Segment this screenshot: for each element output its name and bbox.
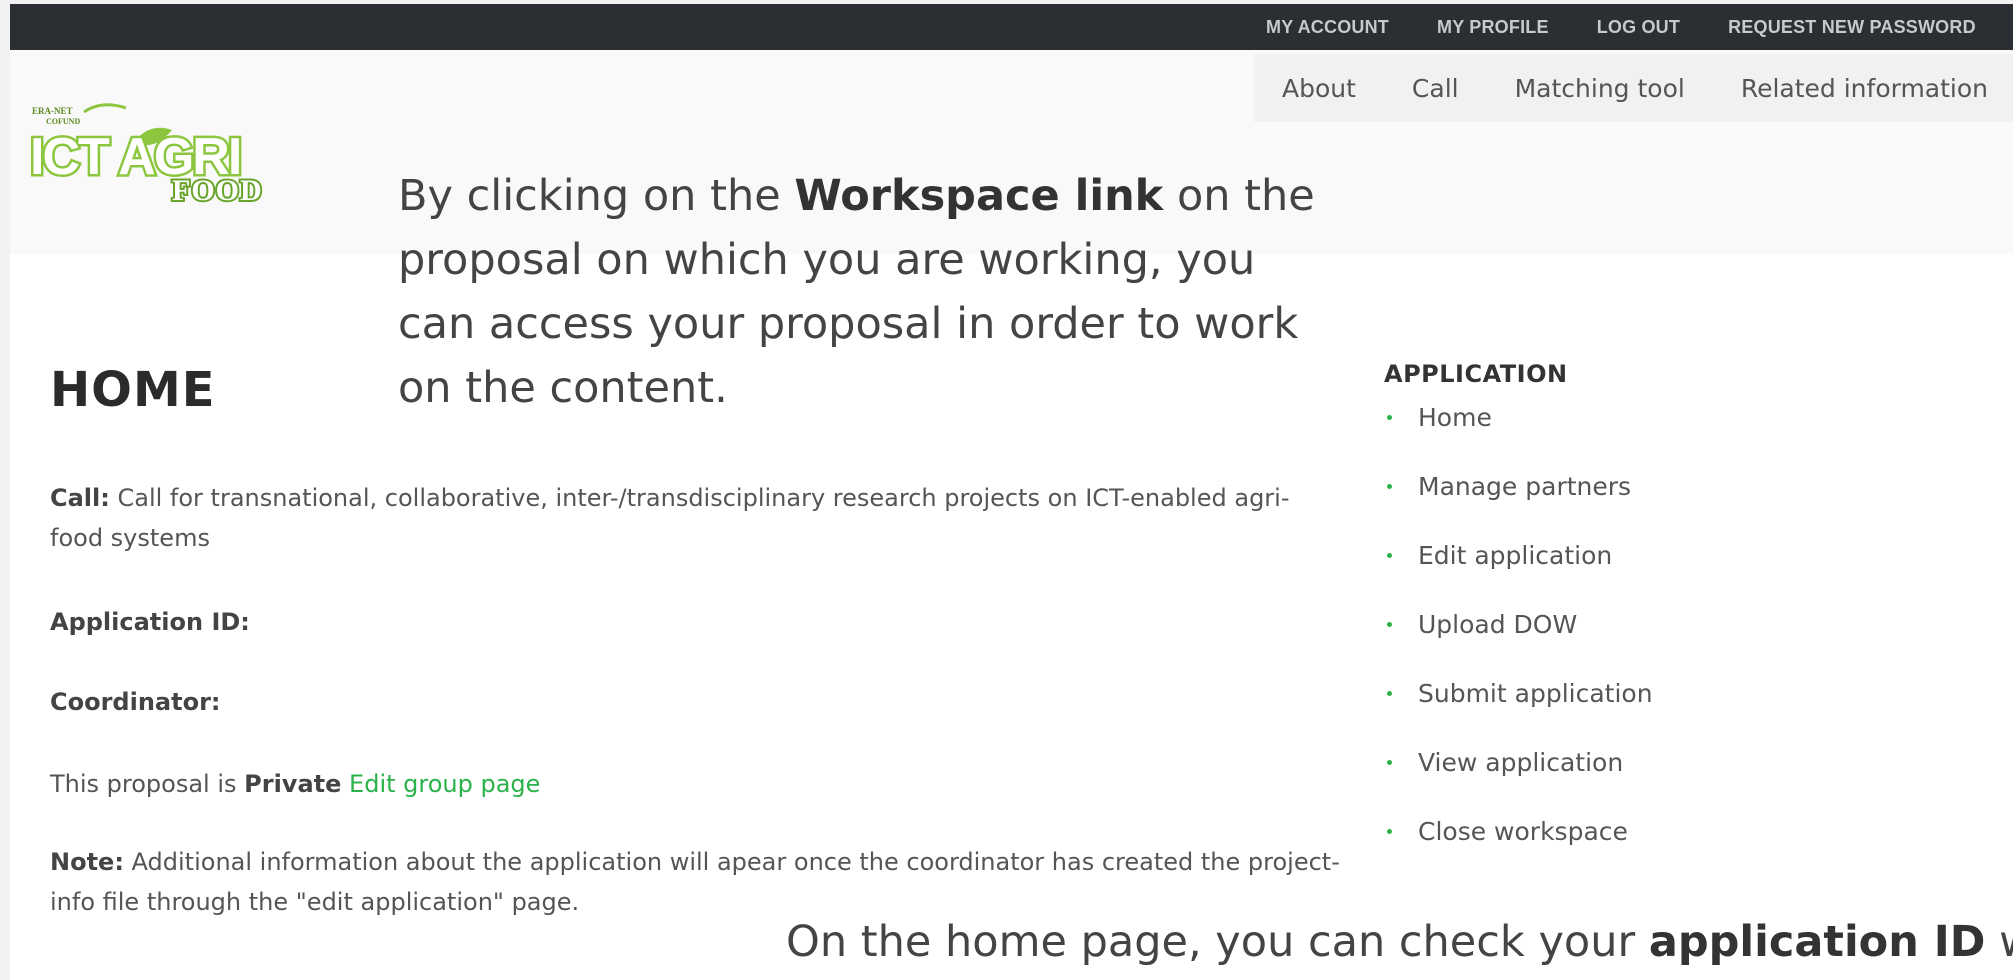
application-sidebar: APPLICATION Home Manage partners Edit ap… — [1384, 360, 1984, 877]
annotation-bottom-bold: application ID — [1648, 917, 1986, 967]
bullet-icon — [1387, 484, 1392, 489]
frame-left-border — [0, 0, 10, 980]
request-new-password-link[interactable]: REQUEST NEW PASSWORD — [1728, 17, 1976, 38]
annotation-bottom-after: wh — [1986, 917, 2013, 967]
edit-group-page-link[interactable]: Edit group page — [349, 770, 540, 798]
sidebar-item-upload-dow[interactable]: Upload DOW — [1384, 601, 1984, 670]
nav-about[interactable]: About — [1282, 74, 1356, 103]
call-value: Call for transnational, collaborative, i… — [50, 484, 1290, 552]
sidebar-menu: Home Manage partners Edit application Up… — [1384, 394, 1984, 877]
page-title: HOME — [50, 362, 216, 418]
top-account-bar: MY ACCOUNT MY PROFILE LOG OUT REQUEST NE… — [10, 4, 2013, 50]
nav-matching-tool[interactable]: Matching tool — [1515, 74, 1685, 103]
sidebar-item-label: Upload DOW — [1418, 610, 1578, 639]
application-id-label: Application ID: — [50, 608, 250, 636]
bullet-icon — [1387, 553, 1392, 558]
bullet-icon — [1387, 691, 1392, 696]
coordinator-field: Coordinator: — [50, 682, 1340, 722]
nav-call[interactable]: Call — [1412, 74, 1459, 103]
sidebar-title: APPLICATION — [1384, 360, 1568, 388]
my-profile-link[interactable]: MY PROFILE — [1437, 17, 1549, 38]
sidebar-item-label: Edit application — [1418, 541, 1613, 570]
sidebar-item-label: Manage partners — [1418, 472, 1632, 501]
sidebar-item-close-workspace[interactable]: Close workspace — [1384, 808, 1984, 877]
call-label: Call: — [50, 484, 110, 512]
sidebar-item-label: Submit application — [1418, 679, 1653, 708]
logo-cofund-text: COFUND — [46, 117, 80, 126]
annotation-workspace-instruction: By clicking on the Workspace link on the… — [398, 164, 1328, 420]
my-account-link[interactable]: MY ACCOUNT — [1266, 17, 1389, 38]
application-id-field: Application ID: — [50, 602, 1340, 642]
privacy-status: Private — [244, 770, 342, 798]
privacy-field: This proposal is Private Edit group page — [50, 764, 1340, 804]
bullet-icon — [1387, 760, 1392, 765]
sidebar-item-label: View application — [1418, 748, 1624, 777]
bullet-icon — [1387, 415, 1392, 420]
sidebar-item-label: Home — [1418, 403, 1492, 432]
call-field: Call: Call for transnational, collaborat… — [50, 478, 1340, 558]
logo-eranet-text: ERA-NET — [32, 106, 73, 116]
annotation-top-before: By clicking on the — [398, 171, 795, 221]
annotation-top-bold: Workspace link — [794, 171, 1164, 221]
bullet-icon — [1387, 829, 1392, 834]
annotation-bottom-before: On the home page, you can check your — [786, 917, 1649, 967]
logo-graphic: ERA-NET COFUND ICT AGRI FOOD — [28, 103, 264, 209]
account-links: MY ACCOUNT MY PROFILE LOG OUT REQUEST NE… — [1266, 4, 2013, 50]
sidebar-item-submit-application[interactable]: Submit application — [1384, 670, 1984, 739]
coordinator-label: Coordinator: — [50, 688, 221, 716]
ict-agri-food-logo[interactable]: ERA-NET COFUND ICT AGRI FOOD — [22, 52, 292, 209]
sidebar-item-edit-application[interactable]: Edit application — [1384, 532, 1984, 601]
annotation-application-id-instruction: On the home page, you can check your app… — [786, 910, 2013, 974]
sidebar-item-manage-partners[interactable]: Manage partners — [1384, 463, 1984, 532]
main-navigation: About Call Matching tool Related informa… — [1254, 54, 2013, 122]
privacy-prefix: This proposal is — [50, 770, 245, 798]
logo-swoosh — [83, 103, 127, 114]
sidebar-item-label: Close workspace — [1418, 817, 1628, 846]
sidebar-item-view-application[interactable]: View application — [1384, 739, 1984, 808]
note-value: Additional information about the applica… — [50, 848, 1340, 916]
bullet-icon — [1387, 622, 1392, 627]
note-label: Note: — [50, 848, 124, 876]
log-out-link[interactable]: LOG OUT — [1597, 17, 1680, 38]
nav-related-information[interactable]: Related information — [1741, 74, 1988, 103]
sidebar-item-home[interactable]: Home — [1384, 394, 1984, 463]
logo-food-text: FOOD — [172, 174, 263, 204]
